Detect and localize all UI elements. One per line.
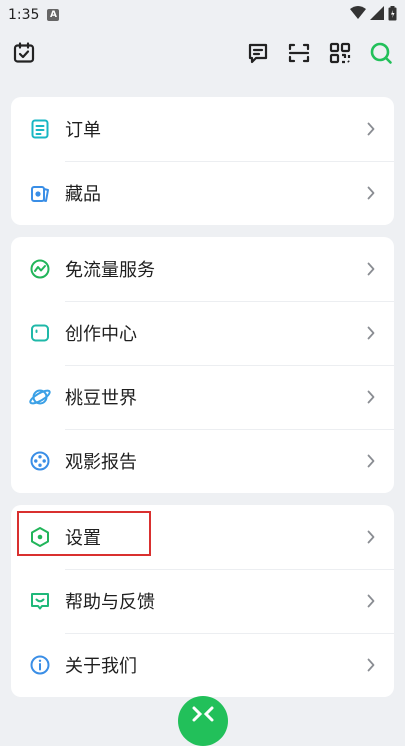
status-time: 1:35 <box>8 7 40 23</box>
notification-badge: A <box>47 9 60 21</box>
menu-item-label: 订单 <box>65 120 101 141</box>
chevron-right-icon <box>365 389 377 405</box>
menu-item-viewing-report[interactable]: 观影报告 <box>11 429 394 493</box>
chevron-right-icon <box>365 453 377 469</box>
data-free-icon <box>28 257 52 281</box>
menu-item-collections[interactable]: 藏品 <box>11 161 394 225</box>
creator-icon <box>28 321 52 345</box>
menu-item-label: 桃豆世界 <box>65 388 137 409</box>
feedback-icon <box>28 589 52 613</box>
app-logo-icon[interactable] <box>178 696 228 746</box>
chevron-right-icon <box>365 261 377 277</box>
menu-item-orders[interactable]: 订单 <box>11 97 394 161</box>
order-list-icon <box>28 117 52 141</box>
menu-item-label: 创作中心 <box>65 324 137 345</box>
wifi-icon <box>350 6 366 24</box>
menu-group-1: 订单 藏品 <box>11 97 394 225</box>
info-icon <box>28 653 52 677</box>
menu-item-creator-center[interactable]: 创作中心 <box>11 301 394 365</box>
menu-item-taodou-world[interactable]: 桃豆世界 <box>11 365 394 429</box>
highlight-box <box>17 511 151 556</box>
search-icon[interactable] <box>369 41 393 65</box>
qr-code-icon[interactable] <box>328 41 352 65</box>
signal-icon <box>370 6 384 24</box>
menu-item-label: 关于我们 <box>65 656 137 677</box>
menu-item-data-free[interactable]: 免流量服务 <box>11 237 394 301</box>
chevron-right-icon <box>365 121 377 137</box>
menu-group-2: 免流量服务 创作中心 桃豆世界 观影报告 <box>11 237 394 493</box>
collection-icon <box>28 181 52 205</box>
menu-item-label: 藏品 <box>65 184 101 205</box>
scan-icon[interactable] <box>287 41 311 65</box>
chevron-right-icon <box>365 325 377 341</box>
top-toolbar <box>0 30 405 76</box>
calendar-check-icon[interactable] <box>12 41 36 65</box>
menu-item-help-feedback[interactable]: 帮助与反馈 <box>11 569 394 633</box>
menu-item-label: 帮助与反馈 <box>65 592 155 613</box>
chevron-right-icon <box>365 657 377 673</box>
chevron-right-icon <box>365 185 377 201</box>
menu-item-about-us[interactable]: 关于我们 <box>11 633 394 697</box>
battery-icon <box>388 5 397 25</box>
status-bar: 1:35 A <box>0 0 405 30</box>
chevron-right-icon <box>365 593 377 609</box>
menu-item-label: 观影报告 <box>65 452 137 473</box>
menu-item-label: 免流量服务 <box>65 260 155 281</box>
planet-icon <box>28 385 52 409</box>
message-icon[interactable] <box>246 41 270 65</box>
film-reel-icon <box>28 449 52 473</box>
chevron-right-icon <box>365 529 377 545</box>
